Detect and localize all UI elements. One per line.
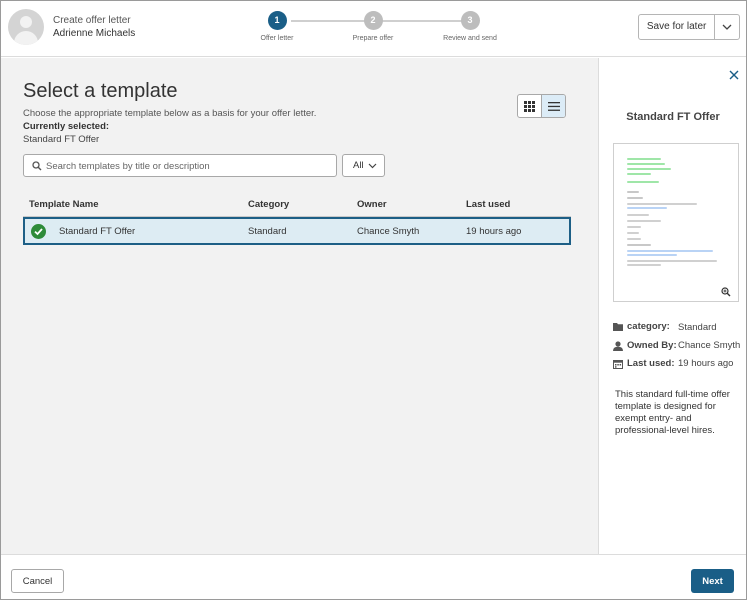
avatar	[8, 9, 44, 45]
folder-icon	[613, 323, 623, 331]
next-button[interactable]: Next	[691, 569, 734, 593]
details-title: Standard FT Offer	[626, 111, 720, 123]
step-number: 2	[363, 11, 383, 30]
cell-template-name: Standard FT Offer	[59, 226, 136, 237]
column-header-category[interactable]: Category	[248, 199, 289, 210]
selected-check-icon	[31, 224, 46, 239]
page-subtitle: Choose the appropriate template below as…	[23, 108, 317, 119]
person-icon	[613, 341, 623, 351]
save-for-later-split-button: Save for later	[638, 14, 740, 40]
grid-view-button[interactable]	[518, 95, 541, 117]
template-selection-panel: Select a template Choose the appropriate…	[1, 58, 598, 554]
step-prepare-offer[interactable]: 2 Prepare offer	[333, 11, 413, 42]
category-filter-select[interactable]: All	[342, 154, 385, 177]
category-value: Standard	[678, 322, 717, 333]
candidate-name: Adrienne Michaels	[53, 28, 136, 39]
column-header-template-name[interactable]: Template Name	[29, 199, 99, 210]
zoom-in-icon[interactable]	[721, 287, 731, 297]
step-label: Review and send	[443, 35, 497, 42]
step-offer-letter[interactable]: 1 Offer letter	[237, 11, 317, 42]
footer: Cancel Next	[1, 554, 746, 599]
last-used-label: Last used:	[627, 358, 675, 369]
chevron-down-icon	[722, 24, 732, 30]
step-label: Prepare offer	[352, 35, 394, 42]
progress-stepper: 1 Offer letter 2 Prepare offer 3 Review …	[241, 11, 511, 51]
template-details-panel: Standard FT Offer category: Standard Own…	[598, 58, 746, 554]
table-header: Template Name Category Owner Last used	[23, 195, 571, 217]
view-mode-toggle	[517, 94, 566, 118]
owner-label: Owned By:	[627, 340, 677, 351]
step-review-and-send[interactable]: 3 Review and send	[430, 11, 510, 42]
cell-last-used: 19 hours ago	[466, 226, 522, 237]
template-search	[23, 154, 337, 177]
last-used-value: 19 hours ago	[678, 358, 734, 369]
chevron-down-icon	[368, 163, 377, 169]
template-preview-thumbnail[interactable]	[613, 143, 739, 302]
step-label: Offer letter	[260, 35, 294, 42]
filter-selected-value: All	[353, 160, 364, 171]
step-number: 1	[267, 11, 287, 30]
column-header-last-used[interactable]: Last used	[466, 199, 510, 210]
currently-selected-label: Currently selected:	[23, 121, 110, 132]
list-icon	[547, 101, 560, 111]
template-description: This standard full-time offer template i…	[615, 389, 730, 436]
grid-icon	[524, 100, 535, 112]
header-title: Create offer letter	[53, 15, 131, 26]
close-icon	[729, 70, 739, 80]
owner-value: Chance Smyth	[678, 340, 741, 351]
save-for-later-button[interactable]: Save for later	[639, 15, 714, 39]
calendar-icon	[613, 360, 623, 369]
header: Create offer letter Adrienne Michaels 1 …	[1, 1, 746, 57]
list-view-button[interactable]	[541, 95, 565, 117]
currently-selected-value: Standard FT Offer	[23, 134, 100, 145]
save-options-dropdown[interactable]	[714, 15, 739, 39]
close-panel-button[interactable]	[727, 68, 741, 82]
step-number: 3	[460, 11, 480, 30]
category-label: category:	[627, 321, 670, 332]
cell-owner: Chance Smyth	[357, 226, 420, 237]
cell-category: Standard	[248, 226, 287, 237]
cancel-button[interactable]: Cancel	[11, 569, 64, 593]
page-title: Select a template	[23, 80, 178, 102]
column-header-owner[interactable]: Owner	[357, 199, 387, 210]
search-input[interactable]	[46, 158, 331, 174]
table-row[interactable]: Standard FT Offer Standard Chance Smyth …	[23, 217, 571, 245]
search-icon	[32, 161, 42, 171]
